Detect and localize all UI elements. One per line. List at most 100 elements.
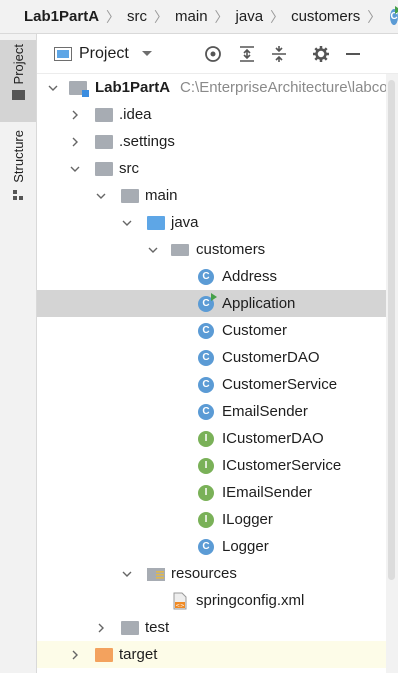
collapse-all-icon[interactable] [269,44,289,64]
breadcrumb-main[interactable]: main [175,8,208,25]
tree-row-class[interactable]: C Customer [37,317,386,344]
tree-row-idea[interactable]: .idea [37,101,386,128]
tree-row-label: java [171,214,199,231]
tree-row-interface[interactable]: I IEmailSender [37,479,386,506]
breadcrumb-separator: 〉 [367,8,382,25]
interface-icon: I [197,511,215,529]
folder-icon [121,187,139,205]
tree-row-label: CustomerDAO [222,349,320,366]
structure-tab-label: Structure [10,130,26,183]
chevron-down-icon[interactable] [69,163,81,175]
xml-file-icon: <> [171,592,189,610]
class-run-icon: C [197,292,217,313]
class-icon: C [197,376,215,394]
locate-icon[interactable] [203,44,223,64]
tree-row-target[interactable]: target [37,641,386,668]
chevron-right-icon[interactable] [95,622,107,634]
interface-icon: I [197,457,215,475]
tree-row-label: test [145,619,170,636]
tree-row-label: Address [222,268,278,285]
project-path: C:\EnterpriseArchitecture\labco [180,79,388,96]
svg-text:<>: <> [175,603,185,609]
breadcrumb-java[interactable]: java [236,8,264,25]
scrollbar-thumb[interactable] [388,80,395,580]
folder-icon [95,106,113,124]
tree-row-main[interactable]: main [37,182,386,209]
chevron-down-icon[interactable] [147,244,159,256]
tree-row-label: .settings [119,133,175,150]
structure-icon [13,189,23,200]
project-tool-tab[interactable]: Project [0,40,36,122]
tree-row-label: resources [171,565,237,582]
chevron-down-icon[interactable] [47,82,59,94]
module-folder-icon [69,79,89,97]
folder-icon [121,619,139,637]
tree-row-class-selected[interactable]: C Application [37,290,386,317]
tree-row-class[interactable]: C CustomerService [37,371,386,398]
tree-row-java[interactable]: java [37,209,386,236]
tree-row-interface[interactable]: I ILogger [37,506,386,533]
tree-row-class[interactable]: C EmailSender [37,398,386,425]
minimize-icon[interactable] [345,44,361,64]
excluded-folder-icon [95,646,113,664]
folder-icon [11,90,25,101]
folder-icon [95,160,113,178]
tool-window-strip: Project Structure [0,34,37,673]
project-panel-header: Project [37,34,398,74]
interface-icon: I [197,484,215,502]
gear-icon[interactable] [311,44,331,64]
tree-row-label: target [119,646,158,663]
tree-row-resources[interactable]: resources [37,560,386,587]
tree-row-label: src [119,160,139,177]
chevron-down-icon[interactable] [95,190,107,202]
project-tab-label: Project [10,44,26,85]
breadcrumb-separator: 〉 [154,8,169,25]
tree-row-project[interactable]: Lab1PartA C:\EnterpriseArchitecture\labco [37,74,388,101]
chevron-right-icon[interactable] [69,109,81,121]
package-icon [171,241,189,259]
class-icon: C [197,403,215,421]
project-tree: Lab1PartA C:\EnterpriseArchitecture\labco… [37,74,388,668]
view-selector[interactable]: Project [79,45,129,63]
chevron-down-icon[interactable] [121,568,133,580]
tree-row-customers[interactable]: customers [37,236,386,263]
tree-row-label: Logger [222,538,269,555]
project-view-icon [54,46,72,61]
resources-folder-icon [147,565,165,583]
class-icon: C [197,538,215,556]
class-icon: C [197,268,215,286]
tree-row-xml-file[interactable]: <> springconfig.xml [37,587,386,614]
interface-icon: I [197,430,215,448]
expand-all-icon[interactable] [237,44,257,64]
tree-row-interface[interactable]: I ICustomerDAO [37,425,386,452]
folder-icon [95,133,113,151]
tree-row-src[interactable]: src [37,155,386,182]
tree-row-label: main [145,187,178,204]
tree-row-label: CustomerService [222,376,338,393]
breadcrumb-separator: 〉 [214,8,229,25]
tree-row-label: IEmailSender [222,484,313,501]
vertical-scrollbar[interactable] [386,74,398,673]
breadcrumb-separator: 〉 [106,8,121,25]
chevron-right-icon[interactable] [69,649,81,661]
class-icon: C [197,349,215,367]
chevron-down-icon[interactable] [141,50,153,58]
breadcrumb-project[interactable]: Lab1PartA [24,8,99,25]
structure-tool-tab[interactable]: Structure [0,130,36,226]
tree-row-class[interactable]: C Address [37,263,386,290]
chevron-right-icon[interactable] [69,136,81,148]
tree-row-class[interactable]: C CustomerDAO [37,344,386,371]
tree-row-label: Customer [222,322,288,339]
class-run-icon[interactable]: C [390,5,398,25]
breadcrumb-customers[interactable]: customers [291,8,360,25]
breadcrumb-src[interactable]: src [127,8,147,25]
tree-row-class[interactable]: C Logger [37,533,386,560]
chevron-down-icon[interactable] [121,217,133,229]
tree-row-interface[interactable]: I ICustomerService [37,452,386,479]
tree-row-label: ICustomerService [222,457,342,474]
tree-row-label: customers [196,241,266,258]
tree-row-settings[interactable]: .settings [37,128,386,155]
tree-row-label: Application [222,295,296,312]
tree-row-label: .idea [119,106,152,123]
tree-row-test[interactable]: test [37,614,386,641]
